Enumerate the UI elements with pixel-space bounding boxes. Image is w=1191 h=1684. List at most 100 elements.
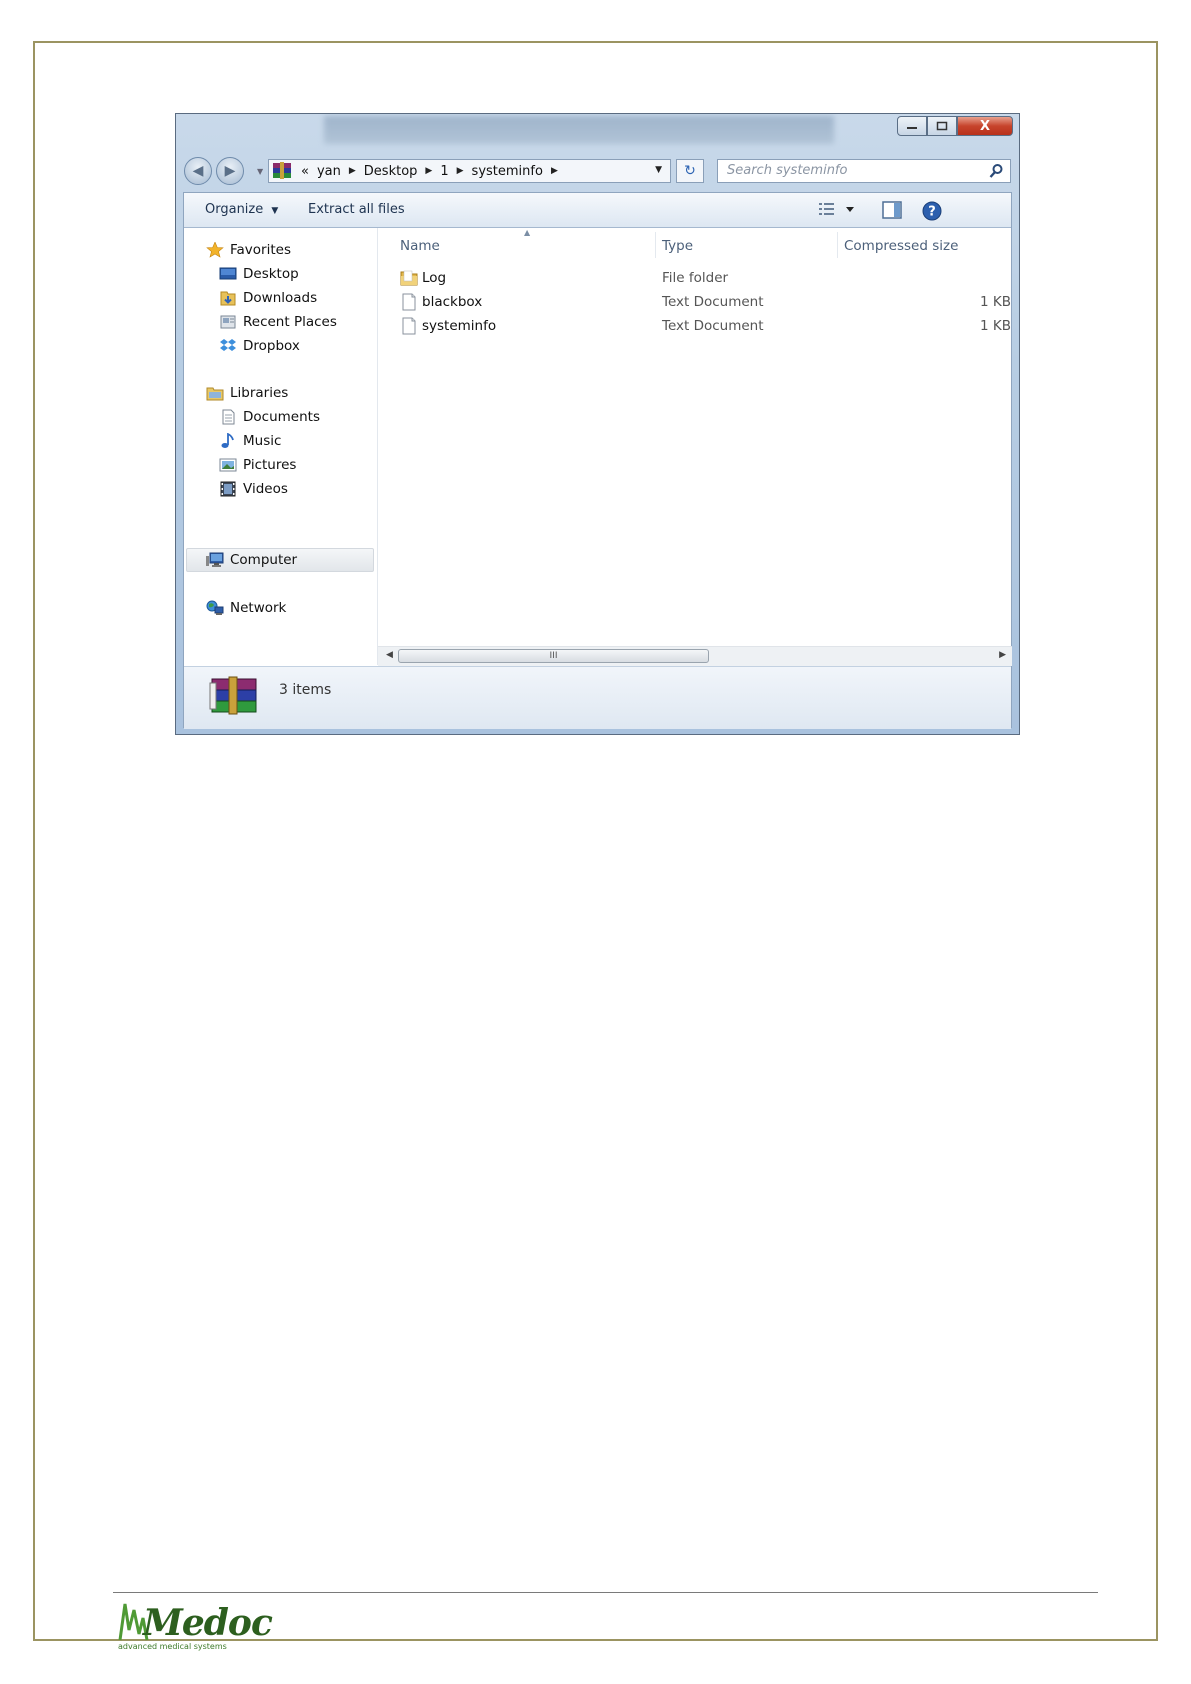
file-name: systeminfo <box>422 318 497 334</box>
explorer-window: X ◀ ▶ ▼ « yan ▶ Desktop ▶ 1 ▶ systeminfo… <box>175 113 1020 735</box>
address-overflow[interactable]: « <box>301 164 309 179</box>
explorer-client-area: Organize ▼ Extract all files ? Favorites… <box>183 192 1012 729</box>
nav-dropbox[interactable]: Dropbox <box>219 335 300 357</box>
maximize-button[interactable] <box>927 116 957 136</box>
item-count: 3 items <box>279 682 332 698</box>
star-icon <box>206 242 224 258</box>
column-divider[interactable] <box>837 232 838 258</box>
dropbox-icon <box>220 339 236 351</box>
organize-button[interactable]: Organize ▼ <box>205 202 278 217</box>
history-dropdown-icon[interactable]: ▼ <box>257 167 263 176</box>
breadcrumb-separator-icon[interactable]: ▶ <box>425 166 432 176</box>
forward-arrow-icon: ▶ <box>224 163 236 179</box>
breadcrumb-desktop[interactable]: Desktop <box>364 164 418 179</box>
nav-libraries[interactable]: Libraries <box>206 382 288 404</box>
file-size: 1 KB <box>980 318 1011 334</box>
details-pane: 3 items <box>184 666 1011 729</box>
breadcrumb-separator-icon[interactable]: ▶ <box>551 166 558 176</box>
nav-computer[interactable]: Computer <box>206 549 297 571</box>
pictures-icon <box>219 458 237 472</box>
nav-recent-places-label: Recent Places <box>243 314 337 330</box>
nav-documents[interactable]: Documents <box>219 406 320 428</box>
folder-icon <box>400 270 418 286</box>
breadcrumb-1[interactable]: 1 <box>440 164 448 179</box>
nav-pictures[interactable]: Pictures <box>219 454 296 476</box>
nav-desktop-label: Desktop <box>243 266 299 282</box>
nav-music[interactable]: Music <box>219 430 281 452</box>
search-placeholder: Search systeminfo <box>727 163 848 178</box>
nav-documents-label: Documents <box>243 409 320 425</box>
libraries-icon <box>206 387 224 401</box>
back-arrow-icon: ◀ <box>192 163 204 179</box>
forward-button[interactable]: ▶ <box>216 157 244 185</box>
nav-desktop[interactable]: Desktop <box>219 263 299 285</box>
documents-icon <box>222 409 235 425</box>
file-list-pane: ▲ Name Type Compressed size Log File fol… <box>378 228 1012 646</box>
refresh-icon: ↻ <box>684 163 696 179</box>
help-button[interactable]: ? <box>921 200 943 222</box>
extract-all-files-button[interactable]: Extract all files <box>308 202 405 217</box>
file-row[interactable]: systeminfo Text Document 1 KB <box>378 315 1012 337</box>
column-header-name[interactable]: Name <box>400 238 440 254</box>
maximize-icon <box>936 121 948 131</box>
downloads-icon <box>220 291 236 306</box>
file-type: Text Document <box>662 318 764 334</box>
nav-favorites[interactable]: Favorites <box>206 239 291 261</box>
text-file-icon <box>402 293 416 311</box>
title-bar[interactable]: X <box>176 114 1019 150</box>
breadcrumb-separator-icon[interactable]: ▶ <box>349 166 356 176</box>
minimize-button[interactable] <box>897 116 927 136</box>
minimize-icon <box>907 127 917 129</box>
preview-pane-icon <box>894 203 900 217</box>
nav-pictures-label: Pictures <box>243 457 297 473</box>
nav-computer-label: Computer <box>230 552 298 568</box>
file-size: 1 KB <box>980 294 1011 310</box>
scroll-thumb[interactable]: III <box>398 649 709 663</box>
nav-favorites-label: Favorites <box>230 242 291 258</box>
chevron-down-icon: ▼ <box>271 206 279 216</box>
command-bar: Organize ▼ Extract all files ? <box>184 193 1011 228</box>
breadcrumb-yan[interactable]: yan <box>317 164 341 179</box>
scroll-right-icon[interactable]: ▶ <box>999 650 1006 660</box>
logo-wordmark: Medoc <box>143 1602 273 1644</box>
change-view-button[interactable] <box>818 200 858 220</box>
chevron-down-icon <box>846 207 854 212</box>
preview-pane-button[interactable] <box>881 200 903 220</box>
details-view-icon <box>819 203 834 215</box>
nav-recent-places[interactable]: Recent Places <box>219 311 337 333</box>
logo-tagline: advanced medical systems <box>118 1642 227 1651</box>
close-button[interactable]: X <box>957 116 1013 136</box>
title-bar-blur <box>324 116 834 144</box>
scroll-left-icon[interactable]: ◀ <box>386 650 393 660</box>
nav-videos[interactable]: Videos <box>219 478 288 500</box>
nav-dropbox-label: Dropbox <box>243 338 300 354</box>
breadcrumb-systeminfo[interactable]: systeminfo <box>472 164 543 179</box>
nav-downloads-label: Downloads <box>243 290 318 306</box>
navigation-pane: Favorites Desktop Downloads Recent Place… <box>184 228 378 665</box>
computer-icon <box>206 552 224 567</box>
address-bar[interactable]: « yan ▶ Desktop ▶ 1 ▶ systeminfo ▶ ▼ <box>268 159 671 183</box>
svg-text:?: ? <box>928 205 936 220</box>
file-name: Log <box>422 270 447 286</box>
back-button[interactable]: ◀ <box>184 157 212 185</box>
column-header-compressed-size[interactable]: Compressed size <box>844 238 958 254</box>
file-row[interactable]: blackbox Text Document 1 KB <box>378 291 1012 313</box>
search-icon[interactable] <box>988 163 1004 179</box>
recent-places-icon <box>220 315 236 329</box>
winrar-archive-icon <box>209 676 257 715</box>
videos-icon <box>220 481 236 497</box>
file-type: Text Document <box>662 294 764 310</box>
nav-network-label: Network <box>230 600 287 616</box>
file-row[interactable]: Log File folder <box>378 267 1012 289</box>
refresh-button[interactable]: ↻ <box>676 159 704 183</box>
column-divider[interactable] <box>655 232 656 258</box>
breadcrumb-separator-icon[interactable]: ▶ <box>457 166 464 176</box>
caption-buttons: X <box>897 116 1013 136</box>
search-input[interactable]: Search systeminfo <box>717 159 1011 183</box>
text-file-icon <box>402 317 416 335</box>
horizontal-scrollbar[interactable]: ◀ III ▶ <box>378 646 1012 666</box>
address-dropdown-icon[interactable]: ▼ <box>655 165 662 175</box>
nav-downloads[interactable]: Downloads <box>219 287 317 309</box>
column-header-type[interactable]: Type <box>662 238 693 254</box>
nav-network[interactable]: Network <box>206 597 286 619</box>
